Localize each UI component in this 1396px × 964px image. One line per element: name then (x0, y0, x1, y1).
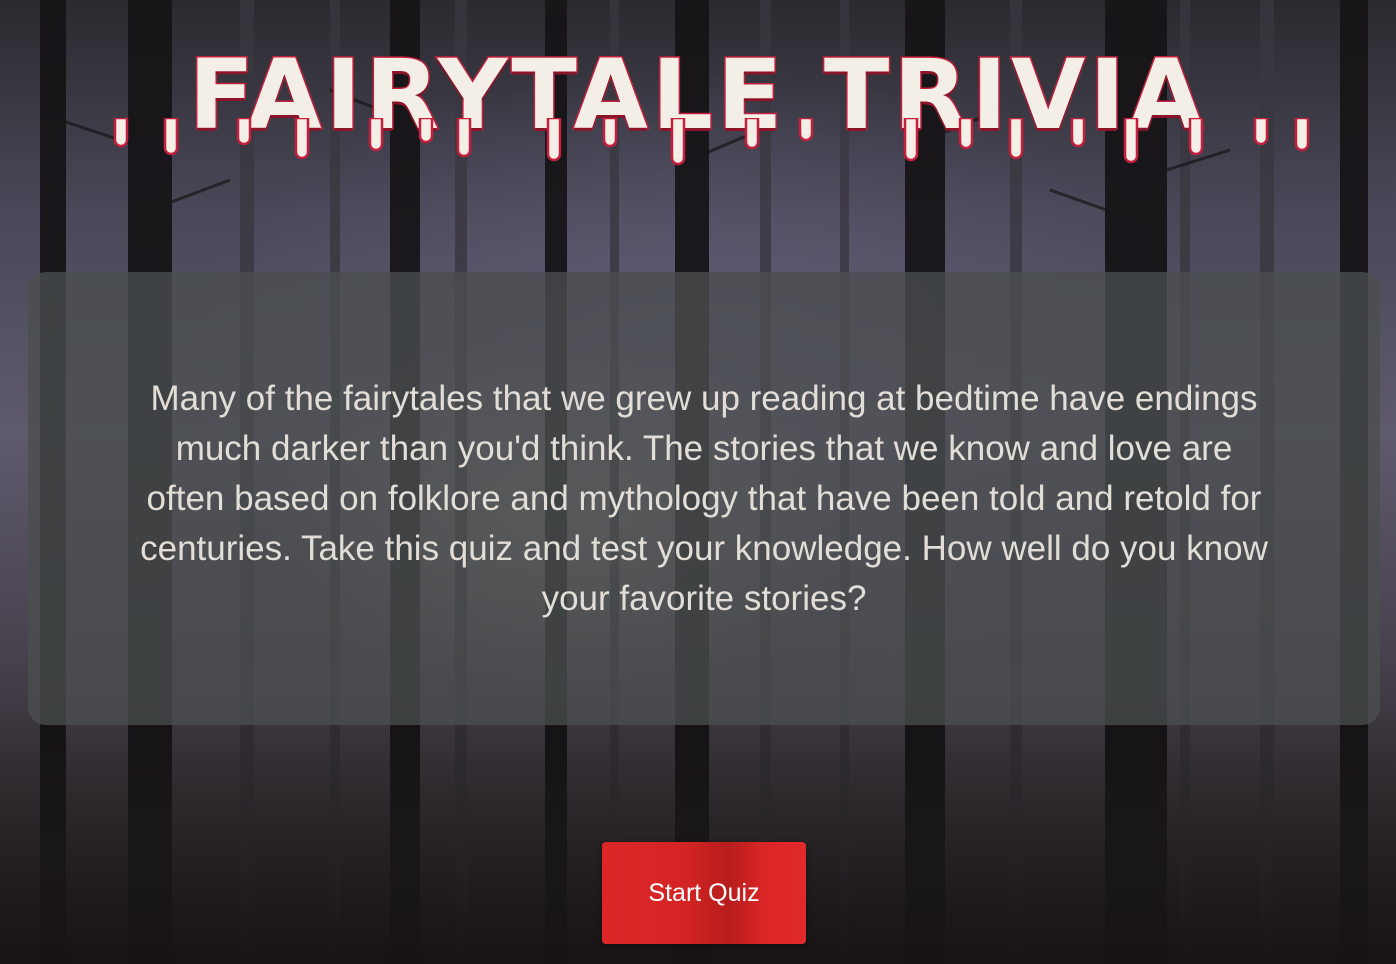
intro-description: Many of the fairytales that we grew up r… (140, 378, 1268, 618)
start-quiz-button[interactable]: Start Quiz (602, 842, 806, 944)
intro-card: Many of the fairytales that we grew up r… (28, 272, 1380, 725)
blood-drip-decoration (113, 118, 1310, 166)
